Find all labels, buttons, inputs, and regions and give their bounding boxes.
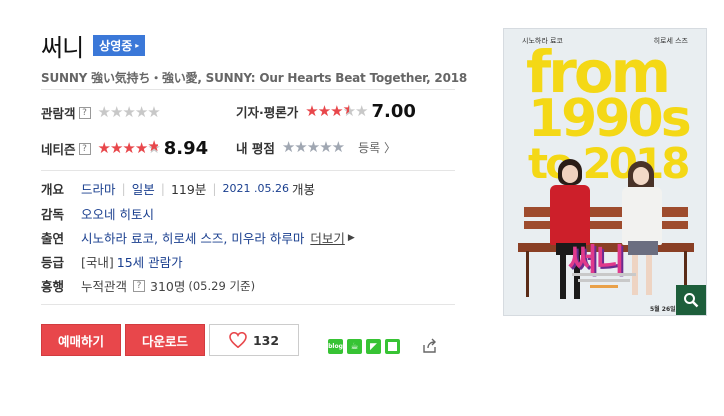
netizen-rating-label: 네티즌 bbox=[41, 142, 76, 157]
magnifier-icon bbox=[684, 293, 699, 308]
grade-label: 등급 bbox=[41, 255, 65, 270]
poster-text-decade: 1990s bbox=[528, 89, 692, 149]
director-link[interactable]: 오오네 히토시 bbox=[81, 204, 154, 223]
like-count: 132 bbox=[252, 332, 280, 348]
status-badge-label: 상영중 bbox=[99, 39, 133, 53]
reserve-button[interactable]: 예매하기 bbox=[41, 324, 121, 356]
cast-row: 출연 시노하라 료코, 히로세 스즈, 미우라 하루마 더보기 ▶ bbox=[41, 228, 355, 247]
netizen-score: 8.94 bbox=[163, 138, 209, 159]
overview-row: 개요 드라마 | 일본 | 119분 | 2021 .05.26 개봉 bbox=[41, 179, 315, 198]
download-button-label: 다운로드 bbox=[141, 333, 188, 349]
runtime: 119분 bbox=[170, 182, 207, 197]
country-link[interactable]: 일본 bbox=[132, 179, 155, 198]
critic-stars: ★★★★★★ bbox=[305, 102, 368, 120]
poster-figure-leg bbox=[646, 255, 652, 295]
help-icon[interactable]: ? bbox=[78, 106, 91, 119]
cast-links[interactable]: 시노하라 료코, 히로세 스즈, 미우라 하루마 bbox=[81, 228, 304, 247]
audience-rating-label: 관람객 bbox=[41, 106, 76, 121]
separator: | bbox=[212, 181, 217, 196]
chevron-right-icon: ▶ bbox=[347, 232, 355, 243]
audience-stars: ★★★★★ bbox=[97, 103, 161, 121]
netizen-rating: 네티즌 ? ★★★★★ ★ 8.94 bbox=[41, 138, 208, 159]
zoom-button[interactable] bbox=[676, 285, 706, 315]
audience-rating: 관람객 ? ★★★★★ bbox=[41, 103, 161, 122]
boxoffice-date: (05.29 기준) bbox=[188, 278, 256, 293]
share-icons: blog ☕ ◤ bbox=[328, 339, 400, 354]
movie-title: 써니 bbox=[41, 34, 84, 62]
grade-link[interactable]: 15세 관람가 bbox=[117, 252, 183, 271]
more-cast-link[interactable]: 더보기 bbox=[310, 228, 345, 247]
movie-poster[interactable]: 시노하라 료코 히로세 스즈 from 1990s to 2018 써니 5월 … bbox=[503, 28, 707, 316]
poster-tagline bbox=[572, 273, 636, 276]
my-stars[interactable]: ★★★★★ bbox=[282, 140, 345, 155]
register-rating-link[interactable]: 등록 〉 bbox=[358, 139, 396, 156]
divider bbox=[41, 170, 455, 171]
critic-rating: 기자·평론가 ★★★★★★ 7.00 bbox=[236, 101, 416, 122]
cast-label: 출연 bbox=[41, 231, 65, 246]
register-label: 등록 bbox=[358, 141, 381, 155]
reserve-button-label: 예매하기 bbox=[57, 333, 104, 349]
poster-figure-face bbox=[562, 165, 578, 183]
blog-share-icon[interactable]: blog bbox=[328, 339, 343, 354]
poster-figure-skirt bbox=[628, 241, 658, 255]
critic-rating-label: 기자·평론가 bbox=[236, 105, 299, 120]
my-rating-label: 내 평점 bbox=[236, 141, 275, 156]
download-button[interactable]: 다운로드 bbox=[125, 324, 205, 356]
memo-share-icon[interactable] bbox=[385, 339, 400, 354]
poster-bench-leg bbox=[526, 251, 529, 297]
movie-subtitle: SUNNY 強い気持ち・強い愛, SUNNY: Our Hearts Beat … bbox=[41, 71, 468, 85]
netizen-stars: ★★★★★ ★ bbox=[97, 139, 161, 157]
separator: | bbox=[121, 181, 126, 196]
genre-link[interactable]: 드라마 bbox=[81, 179, 116, 198]
boxoffice-value: 310명 bbox=[150, 279, 186, 294]
release-suffix: 개봉 bbox=[292, 182, 316, 197]
poster-figure-leg bbox=[560, 255, 566, 299]
poster-text-year: to 2018 bbox=[528, 139, 690, 188]
chevron-right-icon: ▸ bbox=[135, 41, 140, 50]
poster-figure-face bbox=[633, 167, 649, 185]
status-badge[interactable]: 상영중 ▸ bbox=[93, 35, 146, 56]
separator: | bbox=[160, 181, 165, 196]
release-date-link[interactable]: 2021 .05.26 bbox=[223, 182, 289, 195]
poster-figure-shirt bbox=[622, 187, 662, 245]
title-row: 써니 상영중 ▸ bbox=[41, 28, 146, 63]
grade-row: 등급 [국내] 15세 관람가 bbox=[41, 252, 183, 271]
boxoffice-row: 흥행 누적관객 ? 310명 (05.29 기준) bbox=[41, 276, 255, 295]
grade-prefix: [국내] bbox=[81, 255, 114, 270]
poster-bench-back bbox=[524, 221, 688, 229]
help-icon[interactable]: ? bbox=[133, 279, 146, 292]
share-icon[interactable] bbox=[422, 338, 438, 358]
overview-label: 개요 bbox=[41, 182, 65, 197]
director-row: 감독 오오네 히토시 bbox=[41, 204, 154, 223]
divider bbox=[41, 304, 455, 305]
bookmark-share-icon[interactable]: ◤ bbox=[366, 339, 381, 354]
cafe-share-icon[interactable]: ☕ bbox=[347, 339, 362, 354]
like-button[interactable]: 132 bbox=[209, 324, 299, 356]
boxoffice-label: 흥행 bbox=[41, 279, 65, 294]
critic-score: 7.00 bbox=[371, 101, 416, 122]
poster-bench-back bbox=[524, 207, 688, 217]
poster-release-text: 5월 26일 bbox=[650, 306, 676, 313]
poster-tagline bbox=[578, 279, 630, 282]
poster-tagline bbox=[590, 285, 618, 288]
boxoffice-sub: 누적관객 bbox=[81, 279, 128, 294]
my-rating: 내 평점 ★★★★★ 등록 〉 bbox=[236, 138, 396, 157]
heart-icon bbox=[229, 332, 247, 348]
chevron-right-icon: 〉 bbox=[384, 141, 397, 155]
help-icon[interactable]: ? bbox=[78, 142, 91, 155]
director-label: 감독 bbox=[41, 207, 65, 222]
divider bbox=[41, 89, 455, 90]
